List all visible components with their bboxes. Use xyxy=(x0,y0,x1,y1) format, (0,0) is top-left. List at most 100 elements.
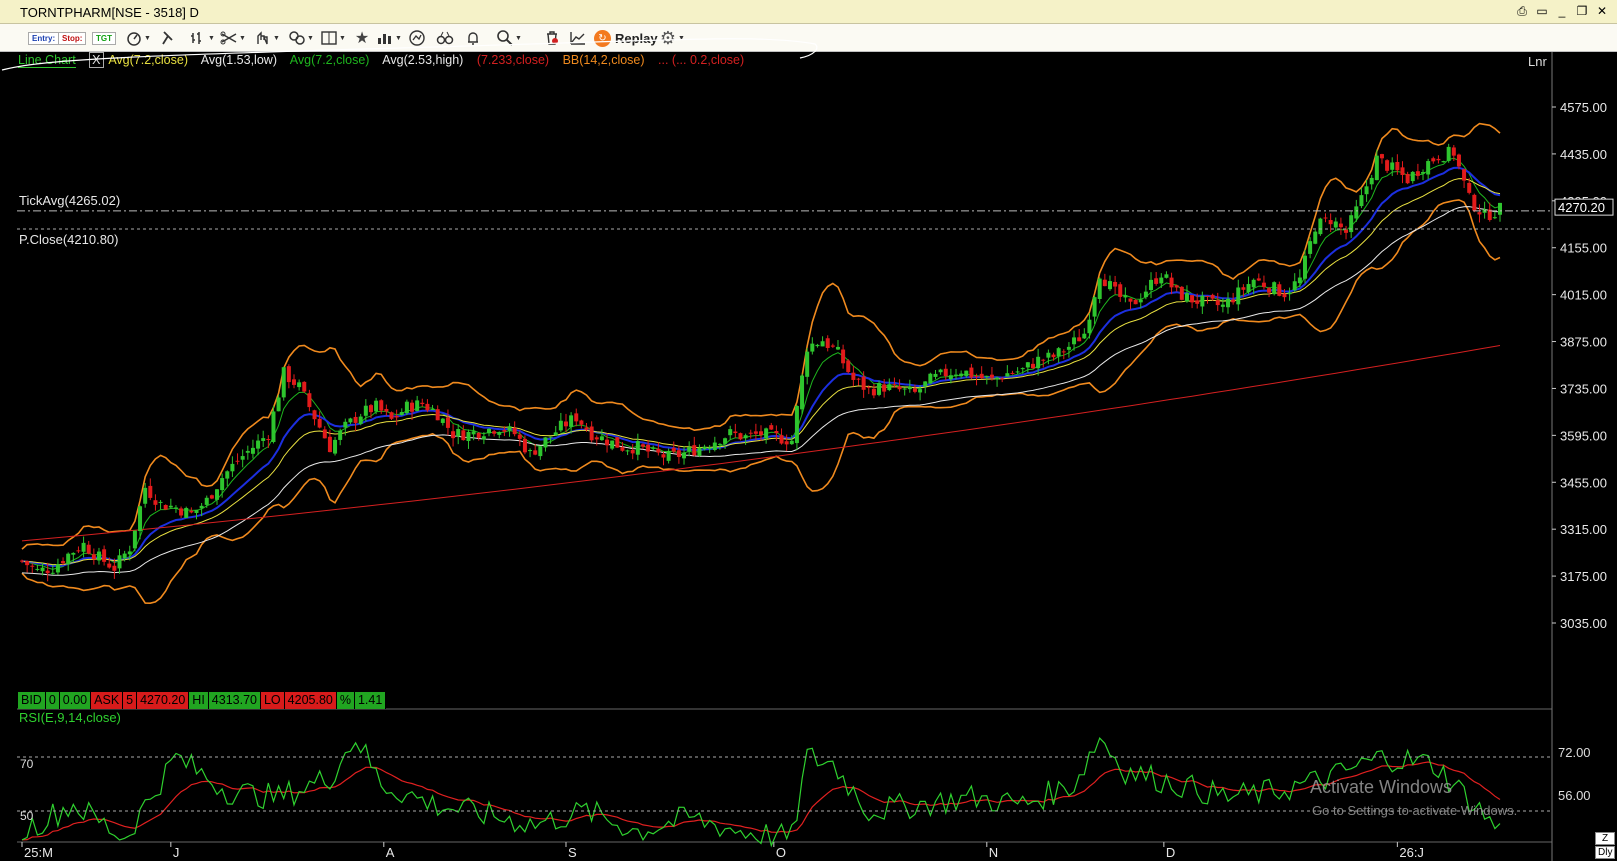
price-tick-label: 3175.00 xyxy=(1560,569,1607,584)
candle-body xyxy=(487,428,492,434)
scanner-button[interactable] xyxy=(436,29,454,47)
candle-body xyxy=(1097,278,1102,300)
candle-body xyxy=(1087,319,1092,334)
monitor-icon[interactable]: ▭ xyxy=(1535,3,1549,19)
candle-body xyxy=(138,506,143,532)
volume-profile-button[interactable]: ▼ xyxy=(376,29,402,47)
candle-body xyxy=(753,431,758,434)
candle-body xyxy=(851,372,856,380)
legend-avg-2[interactable]: Avg(1.53,low) xyxy=(201,53,277,67)
ema-white-line xyxy=(21,206,1501,576)
candle-body xyxy=(1200,295,1205,307)
tgt-label: TGT xyxy=(92,31,116,45)
target-button[interactable]: TGT xyxy=(92,29,116,47)
scale-mode-label[interactable]: Lnr xyxy=(1528,54,1547,69)
chart-type-button[interactable]: ▼ xyxy=(189,29,215,47)
candle-body xyxy=(425,403,430,411)
candle-body xyxy=(256,440,261,449)
candle-body xyxy=(759,431,763,436)
settings-button[interactable]: ⚙ ▼ xyxy=(659,27,685,48)
time-tick-label: J xyxy=(173,845,180,860)
entry-button[interactable]: Entry: xyxy=(28,29,60,47)
legend-avg-3[interactable]: Avg(7.2,close) xyxy=(290,53,370,67)
indicator-button[interactable]: ▼ xyxy=(125,29,151,47)
candle-body xyxy=(1025,362,1030,368)
star-icon: ★ xyxy=(354,30,370,47)
candle-body xyxy=(1015,371,1020,373)
legend-avg-7[interactable]: ... (... 0.2,close) xyxy=(658,53,744,67)
price-tick-label: 3735.00 xyxy=(1560,381,1607,396)
candle-body xyxy=(1066,346,1071,350)
candle-body xyxy=(66,553,71,565)
zoom-button[interactable]: ▼ xyxy=(496,29,522,47)
scissors-icon xyxy=(220,29,238,47)
fib-tool-button[interactable]: ▼ xyxy=(254,29,280,47)
print-icon[interactable]: ⎙ xyxy=(1515,3,1529,19)
link-button[interactable]: ▼ xyxy=(288,29,314,47)
delete-drawings-button[interactable] xyxy=(543,29,561,47)
candle-body xyxy=(1451,147,1456,156)
title-bar: TORNTPHARM[NSE - 3518] D ⎙ ▭ _ ❐ ✕ xyxy=(0,0,1617,24)
legend-avg-5[interactable]: (7.233,close) xyxy=(477,53,549,67)
interval-button[interactable]: Dly xyxy=(1595,846,1615,859)
ema-blue-line xyxy=(21,166,1501,568)
gear-icon: ⚙ xyxy=(659,27,677,48)
close-icon[interactable]: ✕ xyxy=(1595,3,1609,19)
candle-body xyxy=(1092,297,1097,317)
bid-qty: 0 xyxy=(45,692,60,709)
candle-body xyxy=(646,444,651,452)
moving-averages xyxy=(21,157,1501,576)
draw-tools-button[interactable]: ▼ xyxy=(220,29,246,47)
candle-body xyxy=(579,420,584,425)
cycle-button[interactable] xyxy=(408,29,426,47)
hand-pointer-icon xyxy=(254,29,272,47)
candle-body xyxy=(1154,278,1159,284)
compare-button[interactable] xyxy=(569,29,587,47)
book-button[interactable]: ▼ xyxy=(320,29,346,47)
candle-body xyxy=(327,436,332,453)
candle-body xyxy=(1400,167,1405,175)
candle-body xyxy=(1379,154,1384,159)
candle-body xyxy=(923,381,928,387)
line-chart-toggle[interactable]: Line Chart xyxy=(18,53,76,68)
prev-close-label: P.Close(4210.80) xyxy=(19,232,119,247)
hi-label: HI xyxy=(189,692,209,709)
candle-body xyxy=(25,561,30,566)
candle-body xyxy=(666,451,671,461)
legend-avg-1[interactable]: Avg(7.2,close) xyxy=(108,53,188,67)
candle-body xyxy=(907,386,912,390)
close-legend-button[interactable]: X xyxy=(89,52,104,68)
candle-body xyxy=(230,463,235,472)
restore-icon[interactable]: ❐ xyxy=(1575,3,1589,19)
chevron-down-icon: ▼ xyxy=(339,34,346,42)
candle-body xyxy=(1492,217,1497,219)
candle-body xyxy=(594,437,599,440)
legend-bollinger[interactable]: BB(14,2,close) xyxy=(563,53,645,67)
candle-body xyxy=(861,376,866,390)
replay-button[interactable]: ↻ Replay xyxy=(594,29,658,47)
candle-body xyxy=(91,554,96,560)
candle-body xyxy=(415,400,420,412)
candle-body xyxy=(1261,282,1266,288)
alert-button[interactable] xyxy=(464,29,482,47)
minimize-icon[interactable]: _ xyxy=(1555,3,1569,19)
price-chart: 4575.00 4435.00 4295.00 4155.00 4015.00 3875.… xyxy=(1,38,1614,861)
pin-button[interactable] xyxy=(159,29,177,47)
legend-avg-4[interactable]: Avg(2.53,high) xyxy=(382,53,463,67)
candle-body xyxy=(1498,202,1502,215)
candle-body xyxy=(1061,351,1066,353)
candle-body xyxy=(984,376,989,378)
candle-body xyxy=(1374,155,1379,181)
zoom-toggle-button[interactable]: Z xyxy=(1595,832,1615,845)
candle-body xyxy=(522,438,527,453)
candle-body xyxy=(148,485,153,498)
candle-body xyxy=(1077,337,1082,342)
stop-button[interactable]: Stop: xyxy=(58,29,87,47)
time-axis: 25:MJASOND26:JFM xyxy=(21,842,1424,860)
candle-body xyxy=(61,561,66,564)
favorite-button[interactable]: ★ xyxy=(353,29,371,47)
window-title: TORNTPHARM[NSE - 3518] D xyxy=(20,5,199,20)
candle-body xyxy=(348,418,353,423)
candle-body xyxy=(379,400,384,411)
candle-body xyxy=(1010,372,1015,374)
